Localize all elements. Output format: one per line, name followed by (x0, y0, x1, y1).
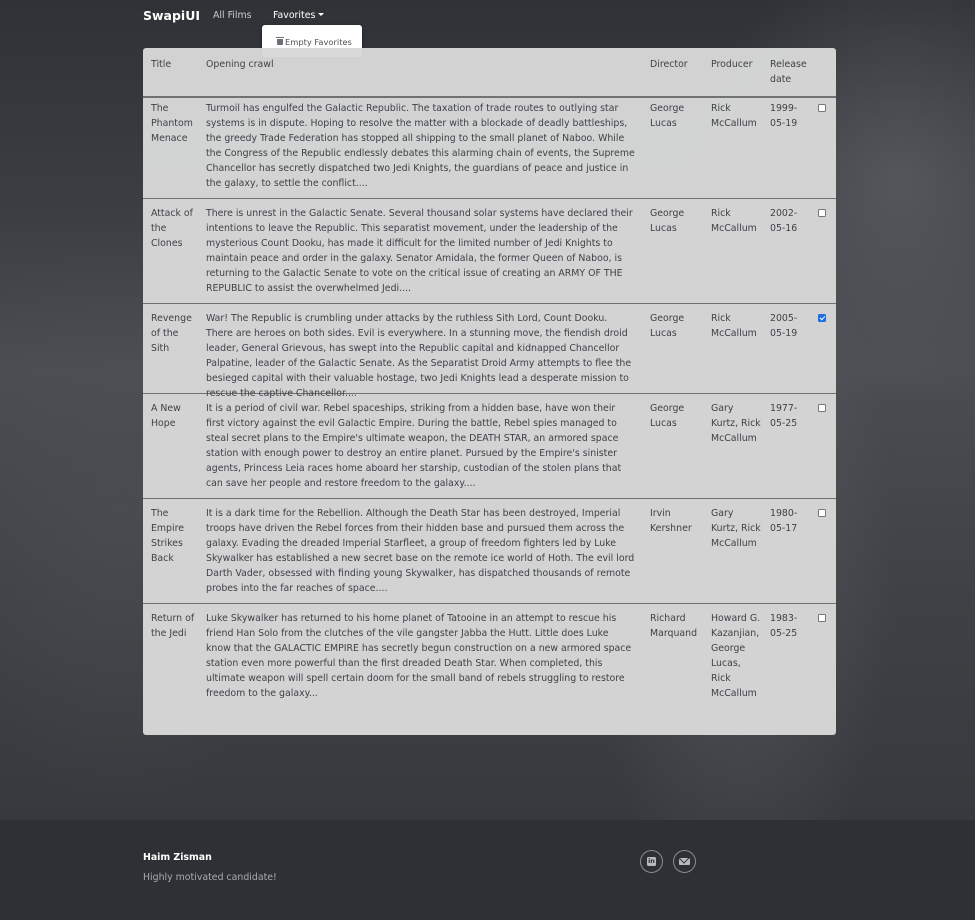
mail-icon (679, 858, 690, 865)
caret-down-icon (318, 13, 325, 16)
film-crawl: It is a period of civil war. Rebel space… (206, 403, 622, 489)
film-crawl: War! The Republic is crumbling under att… (206, 313, 632, 399)
film-title: Return of the Jedi (151, 613, 195, 639)
film-director: George Lucas (650, 313, 685, 339)
favorite-checkbox[interactable] (818, 509, 826, 517)
film-producer: Rick McCallum (711, 313, 757, 339)
favorite-checkbox[interactable] (818, 314, 826, 322)
nav-favorites-dropdown[interactable]: Favorites (273, 10, 325, 21)
table-row: The Phantom Menace Turmoil has engulfed … (143, 98, 836, 199)
film-director: George Lucas (650, 103, 685, 129)
film-title: The Empire Strikes Back (151, 508, 185, 564)
nav-favorites-label: Favorites (273, 10, 316, 21)
brand-logo[interactable]: SwapiUI (143, 8, 200, 23)
table-row: Attack of the Clones There is unrest in … (143, 199, 836, 304)
table-row: A New Hope It is a period of civil war. … (143, 394, 836, 499)
film-title: A New Hope (151, 403, 181, 429)
film-release-date: 1999-05-19 (770, 103, 798, 129)
film-release-date: 2002-05-16 (770, 208, 798, 234)
author-name: Haim Zisman (143, 852, 212, 863)
film-crawl: Turmoil has engulfed the Galactic Republ… (206, 103, 635, 189)
empty-favorites-label: Empty Favorites (285, 37, 352, 47)
film-release-date: 1980-05-17 (770, 508, 798, 534)
film-director: George Lucas (650, 208, 685, 234)
favorite-checkbox[interactable] (818, 209, 826, 217)
film-director: George Lucas (650, 403, 685, 429)
favorite-checkbox[interactable] (818, 104, 826, 112)
table-header: Title Opening crawl Director Producer Re… (143, 48, 836, 98)
film-producer: Gary Kurtz, Rick McCallum (711, 508, 761, 549)
favorite-checkbox[interactable] (818, 614, 826, 622)
film-producer: Gary Kurtz, Rick McCallum (711, 403, 761, 444)
film-release-date: 2005-05-19 (770, 313, 798, 339)
header-title: Title (151, 59, 172, 70)
films-table: Title Opening crawl Director Producer Re… (143, 48, 836, 735)
film-producer: Howard G. Kazanjian, George Lucas, Rick … (711, 613, 761, 699)
film-crawl: There is unrest in the Galactic Senate. … (206, 208, 633, 294)
film-title: Revenge of the Sith (151, 313, 192, 354)
film-crawl: Luke Skywalker has returned to his home … (206, 613, 632, 699)
header-producer: Producer (711, 59, 753, 70)
film-crawl: It is a dark time for the Rebellion. Alt… (206, 508, 635, 594)
linkedin-button[interactable]: in (640, 850, 663, 873)
film-title: Attack of the Clones (151, 208, 193, 249)
header-opening-crawl: Opening crawl (206, 59, 274, 70)
table-row: The Empire Strikes Back It is a dark tim… (143, 499, 836, 604)
header-director: Director (650, 59, 688, 70)
navbar: SwapiUI All Films Favorites (0, 0, 975, 32)
header-release-date: Release date (770, 59, 807, 85)
linkedin-icon: in (647, 857, 656, 866)
film-director: Irvin Kershner (650, 508, 692, 534)
film-release-date: 1977-05-25 (770, 403, 798, 429)
film-title: The Phantom Menace (151, 103, 193, 144)
film-producer: Rick McCallum (711, 208, 757, 234)
film-director: Richard Marquand (650, 613, 698, 639)
footer: Haim Zisman Highly motivated candidate! … (0, 820, 975, 920)
empty-favorites-item[interactable]: Empty Favorites (276, 37, 352, 47)
nav-all-films[interactable]: All Films (213, 10, 252, 21)
film-release-date: 1983-05-25 (770, 613, 798, 639)
author-tagline: Highly motivated candidate! (143, 872, 277, 883)
table-row: Revenge of the Sith War! The Republic is… (143, 304, 836, 399)
table-row: Return of the Jedi Luke Skywalker has re… (143, 604, 836, 735)
trash-icon (276, 37, 284, 45)
film-producer: Rick McCallum (711, 103, 757, 129)
favorite-checkbox[interactable] (818, 404, 826, 412)
email-button[interactable] (673, 850, 696, 873)
